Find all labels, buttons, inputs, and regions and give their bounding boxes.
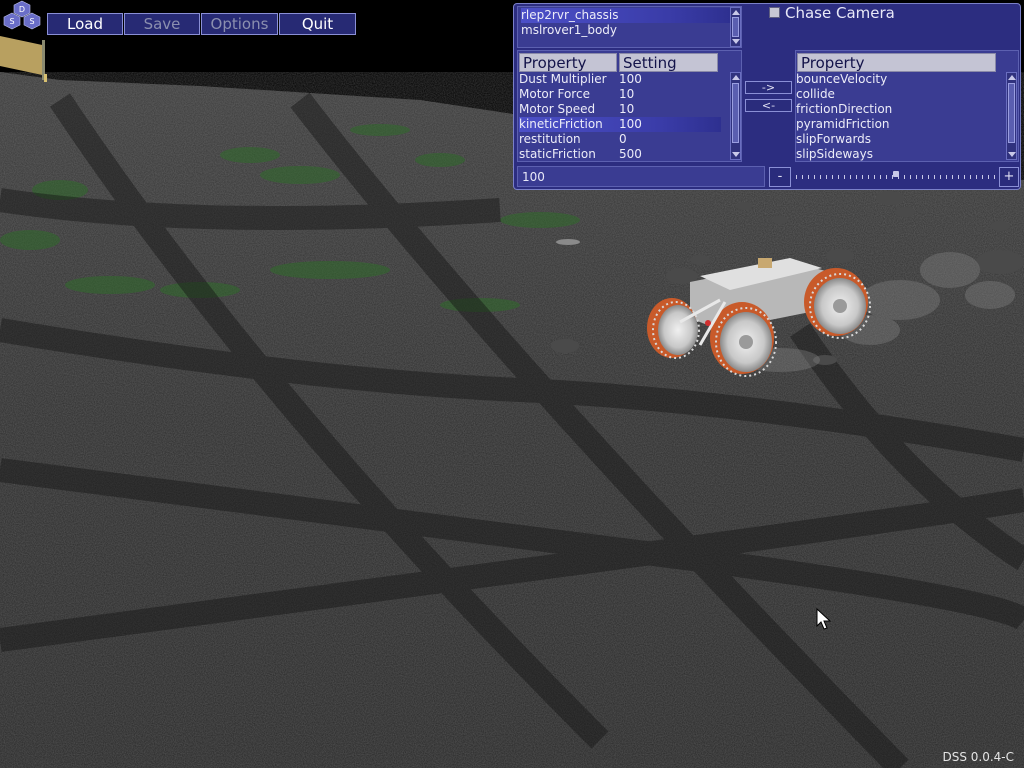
- property-row[interactable]: staticFriction 500: [519, 147, 721, 162]
- property-setting: 0: [619, 132, 627, 146]
- add-property-button[interactable]: ->: [745, 81, 792, 94]
- remove-property-button[interactable]: <-: [745, 99, 792, 112]
- value-slider[interactable]: [796, 167, 996, 187]
- property-column-header[interactable]: Property: [797, 53, 996, 72]
- available-property-row[interactable]: slipSideways: [796, 147, 996, 162]
- scroll-thumb[interactable]: [732, 83, 739, 143]
- property-setting: 500: [619, 147, 642, 161]
- object-list-item[interactable]: mslrover1_body: [521, 23, 731, 38]
- options-button[interactable]: Options: [201, 13, 278, 35]
- object-list-item[interactable]: rlep2rvr_chassis: [521, 8, 731, 23]
- property-row[interactable]: Motor Speed 10: [519, 102, 721, 117]
- property-name: restitution: [519, 132, 581, 146]
- property-editor-panel: rlep2rvr_chassis mslrover1_body Chase Ca…: [513, 3, 1021, 190]
- property-setting: 10: [619, 102, 635, 116]
- decrement-button[interactable]: -: [769, 167, 791, 187]
- property-row[interactable]: Dust Multiplier 100: [519, 72, 721, 87]
- property-name: Motor Force: [519, 87, 590, 101]
- scroll-down-icon[interactable]: [732, 39, 740, 44]
- version-label: DSS 0.0.4-C: [942, 750, 1014, 764]
- slider-knob[interactable]: [893, 171, 899, 177]
- property-name: Motor Speed: [519, 102, 596, 116]
- scroll-up-icon[interactable]: [1008, 75, 1016, 80]
- available-property-row[interactable]: bounceVelocity: [796, 72, 996, 87]
- scroll-down-icon[interactable]: [1008, 152, 1016, 157]
- object-list[interactable]: rlep2rvr_chassis mslrover1_body: [517, 6, 742, 48]
- value-input[interactable]: 100: [517, 166, 765, 187]
- property-row[interactable]: kineticFriction 100: [519, 117, 721, 132]
- scroll-up-icon[interactable]: [732, 75, 740, 80]
- logo-letter-d: D: [19, 5, 25, 14]
- property-setting: 100: [619, 72, 642, 86]
- quit-button[interactable]: Quit: [279, 13, 356, 35]
- save-button[interactable]: Save: [124, 13, 200, 35]
- property-name: kineticFriction: [519, 117, 603, 131]
- object-list-scrollbar[interactable]: [730, 7, 741, 47]
- property-setting: 10: [619, 87, 635, 101]
- chase-camera-label: Chase Camera: [785, 4, 895, 22]
- available-property-row[interactable]: slipForwards: [796, 132, 996, 147]
- property-name: Dust Multiplier: [519, 72, 607, 86]
- scroll-down-icon[interactable]: [732, 152, 740, 157]
- scroll-up-icon[interactable]: [732, 10, 740, 15]
- property-name: staticFriction: [519, 147, 596, 161]
- available-property-row[interactable]: frictionDirection: [796, 102, 996, 117]
- property-row[interactable]: restitution 0: [519, 132, 721, 147]
- load-button[interactable]: Load: [47, 13, 123, 35]
- available-scrollbar[interactable]: [1006, 72, 1017, 160]
- dss-logo: D S S: [3, 0, 41, 30]
- property-setting: 100: [619, 117, 642, 131]
- chase-camera-checkbox[interactable]: [769, 7, 780, 18]
- property-row[interactable]: Motor Force 10: [519, 87, 721, 102]
- scroll-thumb[interactable]: [1008, 83, 1015, 143]
- available-property-row[interactable]: pyramidFriction: [796, 117, 996, 132]
- logo-letter-s1: S: [9, 17, 14, 26]
- setting-column-header[interactable]: Setting: [619, 53, 718, 72]
- mouse-cursor-icon: [816, 608, 832, 630]
- properties-scrollbar[interactable]: [730, 72, 741, 160]
- scroll-thumb[interactable]: [732, 17, 739, 37]
- increment-button[interactable]: +: [999, 167, 1019, 187]
- available-property-row[interactable]: collide: [796, 87, 996, 102]
- property-column-header[interactable]: Property: [519, 53, 617, 72]
- logo-letter-s2: S: [29, 17, 34, 26]
